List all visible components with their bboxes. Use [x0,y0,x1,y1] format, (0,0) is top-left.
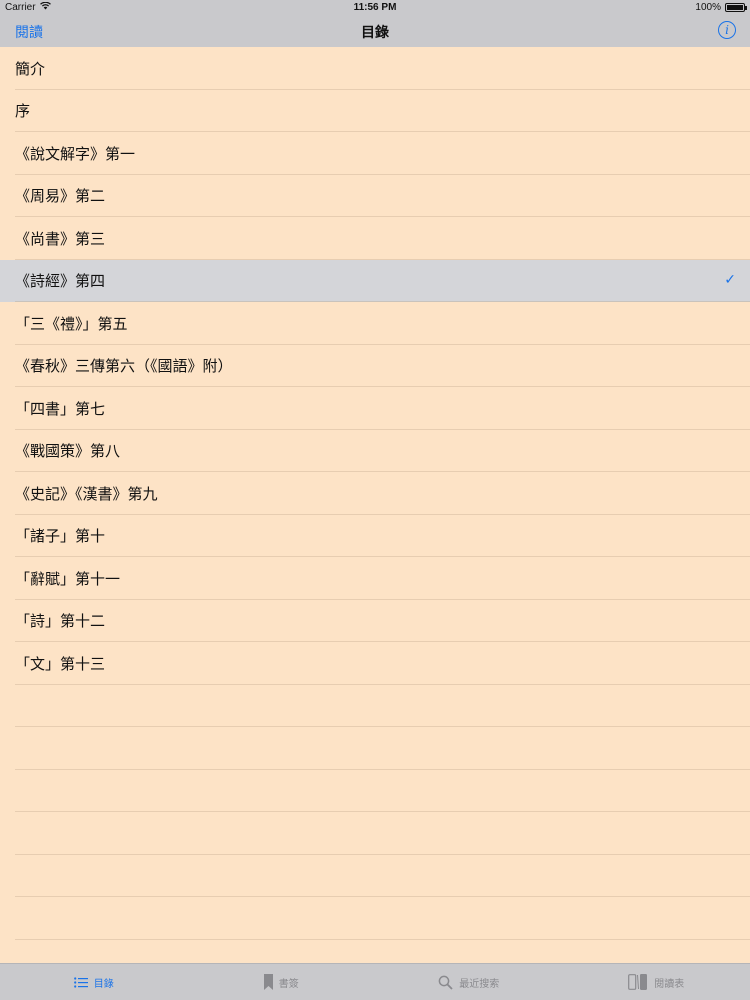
toc-row-label: 簡介 [15,59,46,78]
tab-bar: 目錄 書簽 最近搜索 閱讀表 [0,963,750,1000]
tab-bookmark[interactable]: 書簽 [188,964,376,1000]
toc-row-label: 「三《禮》」第五 [15,314,128,333]
tab-list[interactable]: 目錄 [0,964,188,1000]
page-title: 目錄 [361,25,389,41]
toc-row-label: 《周易》第二 [15,187,106,206]
navigation-bar: 閱讀 目錄 i [0,16,750,47]
toc-row[interactable]: 《尚書》第三 [0,217,750,260]
toc-row-label: 序 [15,102,31,121]
toc-row[interactable]: 《說文解字》第一 [0,132,750,175]
toc-row-label: 《春秋》三傳第六（《國語》附） [15,357,233,376]
tab-label: 目錄 [93,978,114,990]
toc-row-label: 《詩經》第四 [15,272,106,291]
tab-search[interactable]: 最近搜索 [375,964,563,1000]
toc-row[interactable]: 《戰國策》第八 [0,430,750,473]
checkmark-icon: ✓ [724,271,736,288]
tab-label: 最近搜索 [459,978,500,990]
empty-row [0,727,750,770]
toc-row[interactable]: 「三《禮》」第五 [0,302,750,345]
toc-row[interactable]: 「詩」第十二 [0,600,750,643]
toc-row[interactable]: 「辭賦」第十一 [0,557,750,600]
toc-row[interactable]: 「諸子」第十 [0,515,750,558]
bookmark-icon [263,974,273,990]
toc-row-label: 「文」第十三 [15,654,106,673]
toc-list: 簡介序《說文解字》第一 《周易》第二 《尚書》第三 《詩經》第四 ✓ 「三《禮》」第五《春… [0,47,750,940]
toc-row-label: 「詩」第十二 [15,612,106,631]
toc-row-label: 《戰國策》第八 [15,442,121,461]
empty-row [0,770,750,813]
status-bar: Carrier 11:56 PM 100% [0,0,750,16]
tab-label: 書簽 [278,978,299,990]
toc-row[interactable]: 「四書」第七 [0,387,750,430]
tab-reading-table[interactable]: 閱讀表 [563,964,750,1000]
list-icon [73,976,88,988]
search-icon [438,975,453,990]
toc-row[interactable]: 序 [0,90,750,133]
empty-row [0,685,750,728]
toc-row-label: 《史記》《漢書》第九 [15,484,158,503]
empty-row [0,812,750,855]
battery-icon [725,3,747,12]
empty-row [0,855,750,898]
toc-row-label: 《尚書》第三 [15,229,106,248]
toc-row[interactable]: 《春秋》三傳第六（《國語》附） [0,345,750,388]
toc-row-label: 「辭賦」第十一 [15,569,121,588]
reading-table-icon [628,974,648,990]
toc-row-label: 「四書」第七 [15,399,106,418]
toc-row[interactable]: 簡介 [0,47,750,90]
toc-row[interactable]: 「文」第十三 [0,642,750,685]
toc-row[interactable]: 《周易》第二 [0,175,750,218]
battery-percent: 100% [695,2,721,13]
toc-row[interactable]: 《史記》《漢書》第九 [0,472,750,515]
status-time: 11:56 PM [353,2,397,13]
info-icon[interactable]: i [718,21,736,39]
battery-group: 100% [695,2,747,13]
toc-row[interactable]: 《詩經》第四 ✓ [0,259,750,302]
toc-row-label: 「諸子」第十 [15,527,106,546]
tab-label: 閱讀表 [654,978,685,990]
empty-row [0,897,750,940]
toc-row-label: 《說文解字》第一 [15,144,136,163]
